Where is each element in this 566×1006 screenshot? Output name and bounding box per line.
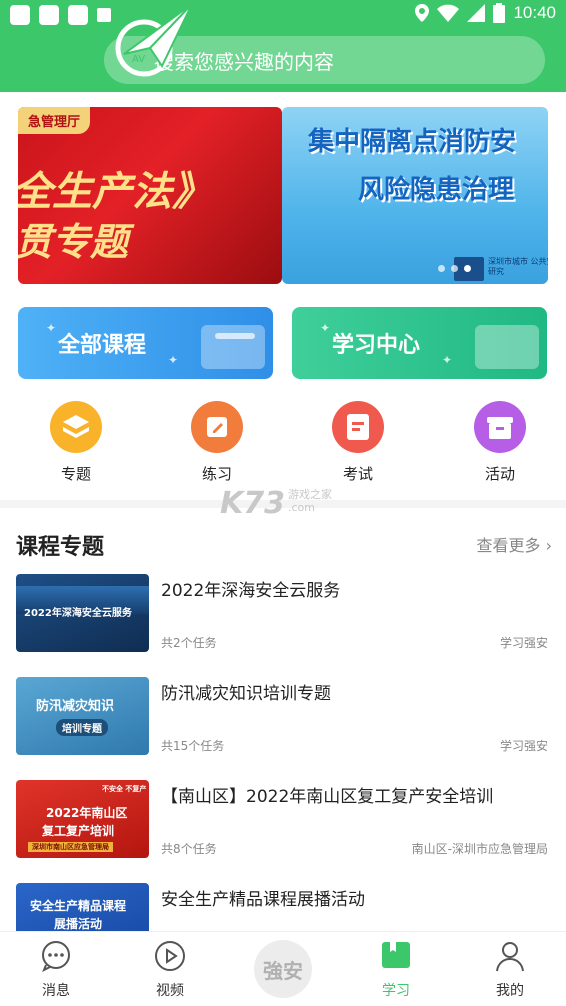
course-tasks: 共2个任务	[161, 636, 217, 650]
indicator-dot	[438, 265, 445, 272]
banner-carousel[interactable]: 急管理厅 全生产法》 贯专题 集中隔离点消防安 风险隐患治理 深圳市城市 公共安…	[18, 107, 548, 284]
thumbnail-text: 2022年深海安全云服务	[24, 608, 132, 619]
nav-item-messages[interactable]: 消息	[16, 940, 96, 1000]
notification-icon	[39, 5, 59, 25]
document-icon	[332, 401, 384, 453]
book-icon	[475, 325, 539, 369]
wifi-icon	[437, 4, 460, 22]
banner-slide[interactable]: 急管理厅 全生产法》 贯专题	[18, 107, 282, 284]
nav-label: 消息	[42, 983, 70, 999]
carousel-indicator	[438, 265, 471, 272]
grid-label: 活动	[484, 465, 515, 483]
indicator-dot	[451, 265, 458, 272]
course-thumbnail: 2022年深海安全云服务	[16, 574, 149, 652]
grid-item-practice[interactable]: 练习	[177, 398, 257, 484]
banner-tag: 急管理厅	[18, 107, 91, 134]
thumbnail-text: 展播活动	[54, 917, 103, 931]
watermark-sub2: .com	[288, 501, 315, 514]
banner-subtitle: 风险隐患治理	[358, 175, 515, 205]
header-bar: 10:40 搜索您感兴趣的内容 AV	[0, 0, 566, 92]
center-nav-label: 強安	[263, 958, 303, 983]
chevron-right-icon: ›	[545, 536, 552, 555]
section-title: 课程专题	[16, 535, 105, 560]
nav-item-mine[interactable]: 我的	[470, 940, 550, 1000]
see-more-link[interactable]: 查看更多 ›	[476, 532, 552, 556]
status-time: 10:40	[513, 3, 556, 22]
sparkle-icon: ✦	[320, 321, 331, 335]
course-org: 学习强安	[499, 636, 548, 650]
course-title: 2022年深海安全云服务	[161, 581, 341, 601]
nav-item-study[interactable]: 学习	[356, 940, 436, 1000]
thumbnail-text: 防汛减灾知识	[36, 699, 115, 714]
signal-icon	[467, 4, 486, 22]
course-title: 【南山区】2022年南山区复工复产安全培训	[161, 787, 494, 807]
all-courses-button[interactable]: ✦ ✦ 全部课程	[18, 307, 273, 379]
nav-label: 学习	[382, 983, 410, 999]
course-thumbnail: 不安全 不复产 2022年南山区 复工复产培训 深圳市南山区应急管理局	[16, 780, 149, 858]
watermark-sub1: 游戏之家	[288, 488, 332, 501]
banner-slide[interactable]: 集中隔离点消防安 风险隐患治理 深圳市城市 公共安全技术研究	[282, 107, 548, 284]
study-center-label: 学习中心	[332, 333, 421, 358]
sparkle-icon: ✦	[442, 353, 453, 367]
grid-item-activity[interactable]: 活动	[460, 398, 540, 484]
center-nav-button[interactable]: 強安	[254, 940, 312, 998]
grid-label: 专题	[60, 465, 91, 483]
decoration	[215, 333, 255, 339]
user-icon	[496, 942, 524, 972]
nav-label: 我的	[496, 983, 524, 999]
course-item[interactable]: 2022年深海安全云服务 2022年深海安全云服务 共2个任务 学习强安	[16, 574, 548, 654]
notification-icon	[10, 5, 30, 25]
banner-title: 全生产法》	[18, 169, 212, 215]
monitor-icon	[201, 325, 265, 369]
app-screen: 10:40 搜索您感兴趣的内容 AV 急管理厅 全生产法》 贯专题 集中隔离点消…	[0, 0, 566, 1006]
notification-icon	[68, 5, 88, 25]
watermark-brand: K73	[220, 486, 285, 521]
grid-label: 考试	[342, 465, 373, 483]
banner-title: 集中隔离点消防安	[308, 127, 517, 157]
feature-grid: 专题 练习 考试 活动	[0, 398, 566, 488]
course-item[interactable]: 不安全 不复产 2022年南山区 复工复产培训 深圳市南山区应急管理局 【南山区…	[16, 780, 548, 860]
thumbnail-text: 安全生产精品课程	[30, 899, 127, 913]
logo-text: AV	[132, 54, 145, 65]
course-title: 防汛减灾知识培训专题	[161, 684, 331, 704]
chat-icon	[42, 941, 70, 973]
see-more-label: 查看更多	[476, 536, 541, 555]
banner-org: 深圳市城市 公共安全技术研究	[488, 257, 548, 276]
book-icon	[382, 942, 410, 968]
layers-icon	[50, 401, 102, 453]
gift-icon	[474, 401, 526, 453]
location-icon	[415, 4, 430, 22]
study-center-button[interactable]: ✦ ✦ 学习中心	[292, 307, 547, 379]
nav-label: 视频	[156, 983, 184, 999]
grid-label: 练习	[201, 465, 232, 483]
thumbnail-text: 不安全 不复产	[102, 785, 147, 793]
play-icon	[155, 941, 185, 971]
status-bar: 10:40	[0, 0, 566, 30]
app-logo-icon: AV	[115, 3, 193, 77]
indicator-dot-active	[464, 265, 471, 272]
course-org: 南山区-深圳市应急管理局	[411, 842, 548, 856]
course-tasks: 共15个任务	[161, 739, 225, 753]
status-right: 10:40	[415, 3, 556, 23]
grid-item-topics[interactable]: 专题	[36, 398, 116, 484]
thumbnail-text: 深圳市南山区应急管理局	[28, 842, 113, 852]
grid-item-exam[interactable]: 考试	[318, 398, 398, 484]
course-org: 学习强安	[499, 739, 548, 753]
course-tasks: 共8个任务	[161, 842, 217, 856]
thumbnail-text: 2022年南山区	[46, 806, 128, 820]
sparkle-icon: ✦	[46, 321, 57, 335]
sparkle-icon: ✦	[168, 353, 179, 367]
thumbnail-text: 复工复产培训	[42, 824, 115, 838]
course-title: 安全生产精品课程展播活动	[161, 890, 365, 910]
course-item[interactable]: 防汛减灾知识 培训专题 防汛减灾知识培训专题 共15个任务 学习强安	[16, 677, 548, 757]
battery-icon	[493, 3, 506, 23]
banner-subtitle: 贯专题	[18, 220, 129, 264]
all-courses-label: 全部课程	[58, 333, 147, 358]
edit-icon	[191, 401, 243, 453]
thumbnail-text: 培训专题	[56, 719, 108, 736]
nav-item-video[interactable]: 视频	[130, 940, 210, 1000]
watermark-sub: 游戏之家 .com	[288, 488, 332, 514]
course-thumbnail: 防汛减灾知识 培训专题	[16, 677, 149, 755]
